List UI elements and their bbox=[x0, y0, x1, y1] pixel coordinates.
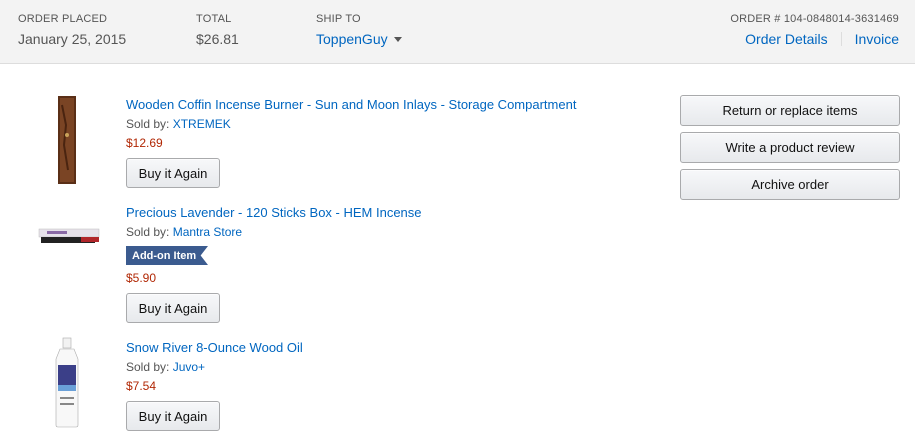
link-divider bbox=[840, 32, 842, 46]
archive-order-button[interactable]: Archive order bbox=[680, 169, 900, 200]
ship-to-label: SHIP TO bbox=[316, 13, 361, 25]
seller-link-3[interactable]: Juvo+ bbox=[173, 360, 205, 374]
incense-burner-thumbnail[interactable] bbox=[56, 95, 78, 185]
invoice-link[interactable]: Invoice bbox=[855, 31, 899, 47]
item-seller-1: Sold by: XTREMEK bbox=[126, 117, 231, 131]
item-title-1[interactable]: Wooden Coffin Incense Burner - Sun and M… bbox=[126, 97, 576, 112]
order-number: ORDER # 104-0848014-3631469 bbox=[730, 13, 899, 25]
order-number-block: ORDER # 104-0848014-3631469 Order Detail… bbox=[730, 13, 899, 47]
write-review-button[interactable]: Write a product review bbox=[680, 132, 900, 163]
total-block: TOTAL $26.81 bbox=[196, 13, 239, 47]
item-price-2: $5.90 bbox=[126, 271, 157, 285]
item-price-3: $7.54 bbox=[126, 379, 157, 393]
item-title-2[interactable]: Precious Lavender - 120 Sticks Box - HEM… bbox=[126, 205, 422, 220]
caret-down-icon[interactable] bbox=[393, 37, 402, 42]
buy-again-button-2[interactable]: Buy it Again bbox=[126, 293, 220, 323]
item-seller-3: Sold by: Juvo+ bbox=[126, 360, 205, 374]
sold-by-label: Sold by: bbox=[126, 360, 170, 374]
return-replace-button[interactable]: Return or replace items bbox=[680, 95, 900, 126]
ship-to-dropdown[interactable]: ToppenGuy bbox=[316, 31, 402, 47]
order-details-link[interactable]: Order Details bbox=[745, 31, 827, 47]
add-on-item-badge: Add-on Item bbox=[126, 246, 208, 265]
order-placed-block: ORDER PLACED January 25, 2015 bbox=[18, 13, 126, 47]
wood-oil-bottle-thumbnail[interactable] bbox=[52, 337, 82, 429]
ship-to-block: SHIP TO ToppenGuy bbox=[316, 13, 402, 49]
order-header: ORDER PLACED January 25, 2015 TOTAL $26.… bbox=[0, 0, 915, 64]
seller-link-2[interactable]: Mantra Store bbox=[173, 225, 242, 239]
buy-again-button-3[interactable]: Buy it Again bbox=[126, 401, 220, 431]
seller-link-1[interactable]: XTREMEK bbox=[173, 117, 231, 131]
total-value: $26.81 bbox=[196, 31, 239, 47]
sold-by-label: Sold by: bbox=[126, 225, 170, 239]
ship-to-name[interactable]: ToppenGuy bbox=[316, 31, 388, 47]
order-placed-label: ORDER PLACED bbox=[18, 13, 108, 25]
incense-box-thumbnail[interactable] bbox=[37, 226, 101, 246]
total-label: TOTAL bbox=[196, 13, 232, 25]
item-seller-2: Sold by: Mantra Store bbox=[126, 225, 242, 239]
order-placed-date: January 25, 2015 bbox=[18, 31, 127, 47]
buy-again-button-1[interactable]: Buy it Again bbox=[126, 158, 220, 188]
item-price-1: $12.69 bbox=[126, 136, 163, 150]
sold-by-label: Sold by: bbox=[126, 117, 170, 131]
item-title-3[interactable]: Snow River 8-Ounce Wood Oil bbox=[126, 340, 303, 355]
